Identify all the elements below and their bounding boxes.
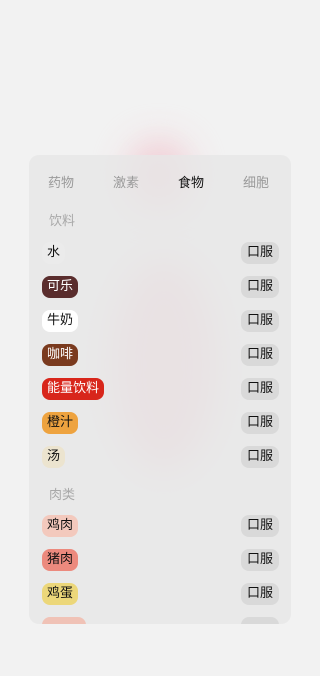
food-row-soup[interactable]: 汤 口服 xyxy=(29,445,291,471)
food-chip: 汤 xyxy=(42,446,66,468)
food-chip xyxy=(42,617,86,624)
food-row-pork[interactable]: 猪肉 口服 xyxy=(29,548,291,574)
food-row-cola[interactable]: 可乐 口服 xyxy=(29,275,291,301)
food-chip: 鸡蛋 xyxy=(42,583,79,605)
route-button[interactable]: 口服 xyxy=(241,446,279,468)
route-button[interactable]: 口服 xyxy=(241,310,279,332)
food-row-chicken[interactable]: 鸡肉 口服 xyxy=(29,514,291,540)
food-chip: 能量饮料 xyxy=(42,378,105,400)
tab-food[interactable]: 食物 xyxy=(178,172,204,191)
route-button[interactable]: 口服 xyxy=(241,276,279,298)
food-chip: 咖啡 xyxy=(42,344,79,366)
section-drinks: 饮料 xyxy=(49,214,76,229)
route-button[interactable]: 口服 xyxy=(241,344,279,366)
category-tabs: 药物 激素 食物 细胞 xyxy=(29,172,291,192)
route-button[interactable]: 口服 xyxy=(241,583,279,605)
route-button[interactable] xyxy=(241,617,279,624)
tab-hormone[interactable]: 激素 xyxy=(113,172,139,191)
food-row-coffee[interactable]: 咖啡 口服 xyxy=(29,343,291,369)
food-chip: 鸡肉 xyxy=(42,515,79,537)
food-chip: 牛奶 xyxy=(42,310,79,332)
food-row-orange-juice[interactable]: 橙汁 口服 xyxy=(29,411,291,437)
food-row-water[interactable]: 水 口服 xyxy=(29,241,291,267)
section-meat: 肉类 xyxy=(49,488,76,503)
route-button[interactable]: 口服 xyxy=(241,549,279,571)
tab-cell[interactable]: 细胞 xyxy=(243,172,269,191)
tab-medicine[interactable]: 药物 xyxy=(48,172,74,191)
food-row-milk[interactable]: 牛奶 口服 xyxy=(29,309,291,335)
food-chip: 橙汁 xyxy=(42,412,79,434)
food-picker-panel: 药物 激素 食物 细胞 饮料 水 口服 可乐 口服 牛奶 口服 咖啡 口服 能量… xyxy=(29,155,291,624)
food-chip: 可乐 xyxy=(42,276,79,298)
food-chip: 水 xyxy=(42,242,66,264)
food-row-partial[interactable] xyxy=(29,616,291,624)
food-row-egg[interactable]: 鸡蛋 口服 xyxy=(29,582,291,608)
food-row-energy-drink[interactable]: 能量饮料 口服 xyxy=(29,377,291,403)
route-button[interactable]: 口服 xyxy=(241,378,279,400)
route-button[interactable]: 口服 xyxy=(241,412,279,434)
food-chip: 猪肉 xyxy=(42,549,79,571)
route-button[interactable]: 口服 xyxy=(241,515,279,537)
route-button[interactable]: 口服 xyxy=(241,242,279,264)
